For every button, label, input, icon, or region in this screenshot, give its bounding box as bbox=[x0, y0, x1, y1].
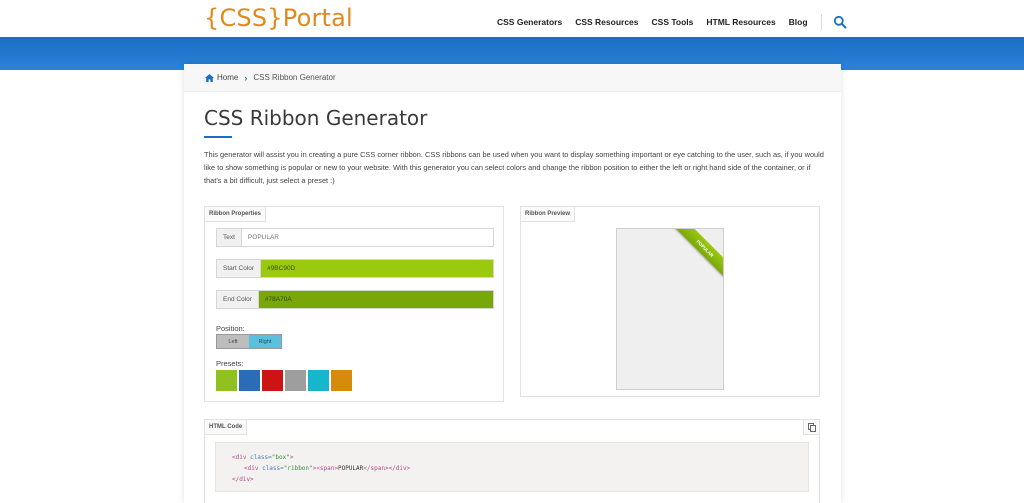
page-description: This generator will assist you in creati… bbox=[204, 150, 824, 185]
nav-html-resources[interactable]: HTML Resources bbox=[706, 17, 775, 27]
site-header: {CSS}Portal CSS Generators CSS Resources… bbox=[0, 0, 1024, 38]
search-icon[interactable] bbox=[833, 15, 847, 29]
chevron-right-icon: › bbox=[244, 72, 248, 83]
text-field: Text POPULAR bbox=[216, 228, 494, 247]
nav-css-resources[interactable]: CSS Resources bbox=[575, 17, 638, 27]
html-code-panel: HTML Code <div class="box"> <div class="… bbox=[204, 419, 820, 503]
presets-label: Presets: bbox=[216, 359, 244, 368]
start-color-input[interactable]: #9BC90D bbox=[261, 260, 493, 277]
start-color-field: Start Color #9BC90D bbox=[216, 259, 494, 278]
end-color-label: End Color bbox=[217, 291, 259, 308]
nav-css-generators[interactable]: CSS Generators bbox=[497, 17, 562, 27]
panel-tab-code: HTML Code bbox=[205, 420, 248, 435]
nav-divider bbox=[820, 14, 822, 30]
preview-ribbon: POPULAR bbox=[672, 229, 723, 282]
main-nav: CSS Generators CSS Resources CSS Tools H… bbox=[497, 14, 847, 30]
code-line-2: <div class="ribbon"><span>POPULAR</span>… bbox=[244, 465, 411, 472]
preset-list bbox=[216, 370, 354, 391]
preset-swatch-cyan[interactable] bbox=[308, 370, 329, 391]
breadcrumb: Home › CSS Ribbon Generator bbox=[184, 64, 841, 92]
copy-button[interactable] bbox=[803, 420, 819, 435]
page-title: CSS Ribbon Generator bbox=[204, 106, 428, 130]
text-input[interactable]: POPULAR bbox=[242, 229, 493, 246]
code-line-3: </div> bbox=[232, 476, 254, 483]
site-logo[interactable]: {CSS}Portal bbox=[204, 4, 353, 32]
position-right-button[interactable]: Right bbox=[249, 335, 281, 348]
preview-box: POPULAR bbox=[616, 228, 724, 390]
breadcrumb-current: CSS Ribbon Generator bbox=[253, 73, 336, 82]
content-card: Home › CSS Ribbon Generator CSS Ribbon G… bbox=[184, 64, 841, 503]
preset-swatch-grey[interactable] bbox=[285, 370, 306, 391]
nav-blog[interactable]: Blog bbox=[789, 17, 808, 27]
title-underline bbox=[204, 136, 232, 138]
ribbon-preview-panel: Ribbon Preview POPULAR bbox=[520, 206, 820, 397]
position-label: Position: bbox=[216, 324, 245, 333]
copy-icon bbox=[807, 422, 816, 432]
end-color-field: End Color #78A70A bbox=[216, 290, 494, 309]
end-color-input[interactable]: #78A70A bbox=[258, 291, 493, 308]
nav-css-tools[interactable]: CSS Tools bbox=[652, 17, 694, 27]
panel-tab-properties: Ribbon Properties bbox=[205, 207, 267, 222]
preset-swatch-red[interactable] bbox=[262, 370, 283, 391]
code-block[interactable]: <div class="box"> <div class="ribbon"><s… bbox=[215, 442, 809, 492]
code-line-1: <div class="box"> bbox=[232, 454, 294, 461]
position-toggle: Left Right bbox=[216, 334, 282, 349]
position-left-button[interactable]: Left bbox=[217, 335, 249, 348]
start-color-label: Start Color bbox=[217, 260, 262, 277]
preset-swatch-orange[interactable] bbox=[331, 370, 352, 391]
panel-tab-preview: Ribbon Preview bbox=[521, 207, 576, 222]
home-icon bbox=[205, 73, 214, 82]
preset-swatch-green[interactable] bbox=[216, 370, 237, 391]
preset-swatch-blue[interactable] bbox=[239, 370, 260, 391]
ribbon-properties-panel: Ribbon Properties Text POPULAR Start Col… bbox=[204, 206, 504, 402]
breadcrumb-home-label: Home bbox=[217, 73, 239, 82]
text-field-label: Text bbox=[217, 229, 242, 246]
breadcrumb-home[interactable]: Home bbox=[205, 73, 238, 82]
